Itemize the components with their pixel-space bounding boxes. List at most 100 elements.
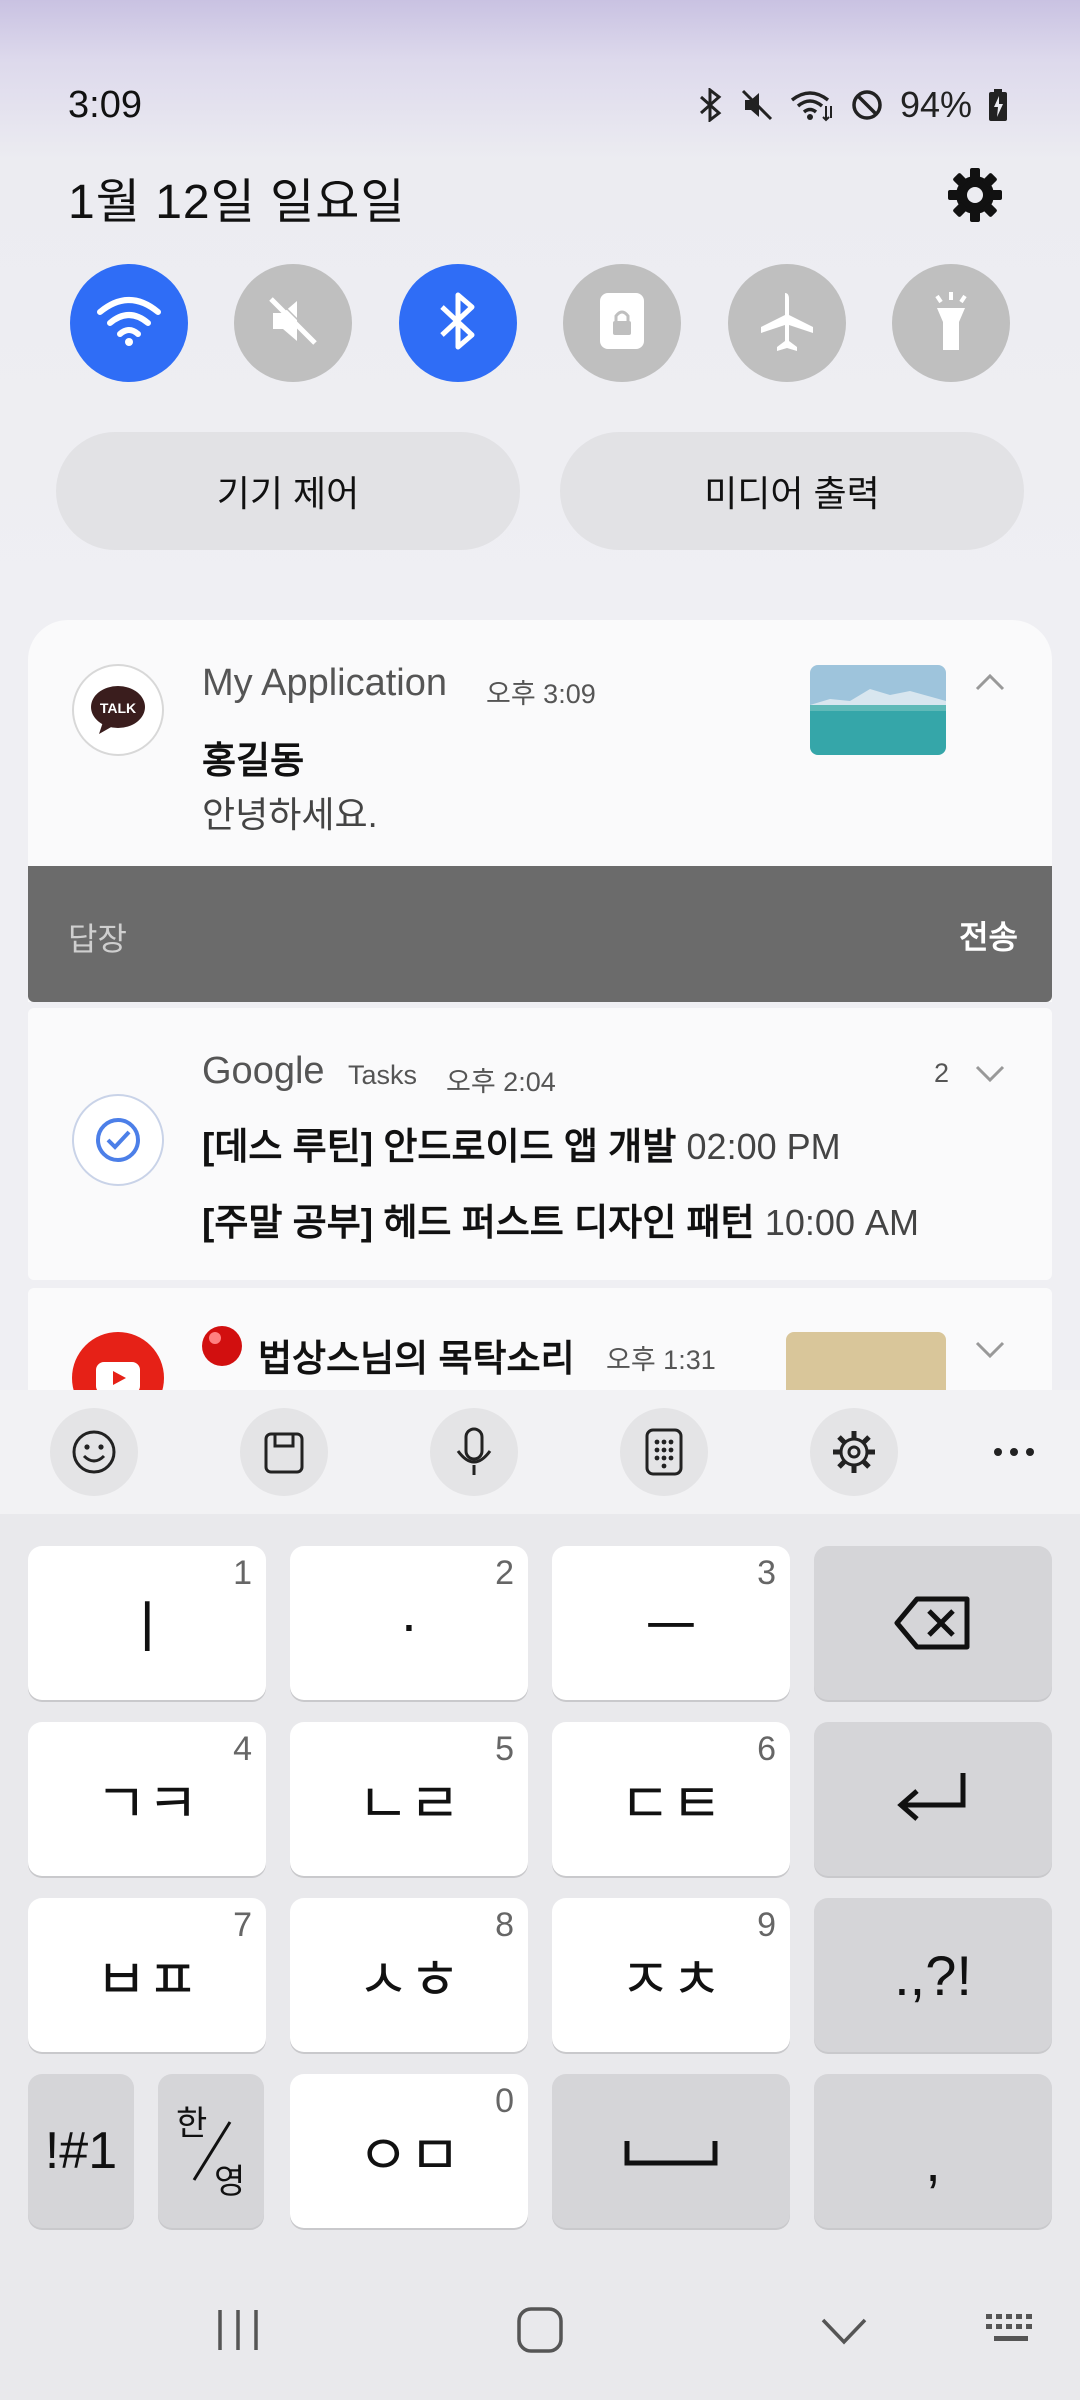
red-dot-icon (200, 1324, 244, 1373)
battery-percent: 94% (899, 84, 972, 125)
notification-time: 오후 2:04 (446, 1067, 556, 1097)
bluetooth-status-icon (698, 88, 724, 122)
key-number: 3 (757, 1554, 776, 1592)
notification-text: 안녕하세요. (202, 794, 378, 835)
key-number: 1 (233, 1554, 252, 1592)
flashlight-icon (927, 290, 975, 357)
lang-bottom-label: 영 (214, 2163, 246, 2201)
notification-title: 법상스님의 목탁소리 (258, 1338, 575, 1379)
key-number: 5 (495, 1730, 514, 1768)
key-6[interactable]: ㄷㅌ 6 (552, 1722, 790, 1876)
gear-icon[interactable] (944, 164, 1006, 226)
key-5[interactable]: ㄴㄹ 5 (290, 1722, 528, 1876)
airplane-toggle[interactable] (727, 264, 846, 382)
key-9[interactable]: ㅈㅊ 9 (552, 1898, 790, 2052)
notification-count: 2 (934, 1058, 950, 1088)
recent-apps-icon[interactable] (214, 2308, 262, 2357)
rotation-lock-toggle[interactable] (563, 264, 682, 382)
key-8[interactable]: ㅅㅎ 8 (290, 1898, 528, 2052)
key-1[interactable]: ㅣ 1 (28, 1546, 266, 1700)
key-label: .,?! (894, 1943, 972, 2007)
language-key[interactable]: 한 영 (158, 2074, 264, 2228)
key-label: ㄱㅋ (95, 1771, 199, 1835)
key-label: ㅈㅊ (619, 1947, 723, 2011)
key-number: 0 (495, 2082, 514, 2120)
key-label: , (925, 2129, 941, 2193)
app-avatar: TALK (72, 664, 164, 756)
key-label: ㅂㅍ (95, 1947, 199, 2011)
status-time: 3:09 (68, 84, 142, 126)
keyboard-hide-icon[interactable] (984, 2312, 1038, 2353)
task-row-1: [데스 루틴] 안드로이드 앱 개발 02:00 PM (202, 1116, 841, 1170)
keyboard-settings-icon[interactable] (810, 1408, 898, 1496)
notification-app-name: My Application (202, 662, 448, 704)
flashlight-toggle[interactable] (891, 264, 1010, 382)
quick-toggles (70, 264, 1010, 382)
keypad-icon[interactable] (620, 1408, 708, 1496)
no-disturb-status-icon (850, 88, 884, 122)
task-title: [주말 공부] 헤드 퍼스트 디자인 패턴 (202, 1202, 755, 1243)
status-icons: 94% (698, 84, 1008, 126)
mute-icon (265, 293, 321, 354)
back-chevron-icon[interactable] (820, 2316, 868, 2351)
tasks-check-icon (96, 1118, 140, 1162)
notification-title: 홍길동 (202, 740, 305, 781)
key-number: 4 (233, 1730, 252, 1768)
microphone-icon[interactable] (430, 1408, 518, 1496)
clipboard-icon[interactable] (240, 1408, 328, 1496)
notification-app-name: Google (202, 1050, 325, 1092)
space-icon (624, 2141, 718, 2166)
youtube-icon (72, 1332, 164, 1398)
key-7[interactable]: ㅂㅍ 7 (28, 1898, 266, 2052)
reply-bar: 답장 전송 (28, 866, 1052, 1002)
key-number: 2 (495, 1554, 514, 1592)
media-output-button[interactable]: 미디어 출력 (560, 432, 1024, 550)
key-3[interactable]: ㅡ 3 (552, 1546, 790, 1700)
home-icon[interactable] (516, 2306, 564, 2359)
enter-key[interactable] (814, 1722, 1052, 1876)
date-label: 1월 12일 일요일 (68, 176, 406, 229)
key-label: ㅅㅎ (357, 1947, 461, 2011)
emoji-icon[interactable] (50, 1408, 138, 1496)
backspace-key[interactable] (814, 1546, 1052, 1700)
task-row-2: [주말 공부] 헤드 퍼스트 디자인 패턴 10:00 AM (202, 1192, 919, 1246)
symbols-key[interactable]: !#1 (28, 2074, 134, 2228)
key-0[interactable]: ㅇㅁ 0 (290, 2074, 528, 2228)
punctuation-key[interactable]: .,?! (814, 1898, 1052, 2052)
battery-icon (988, 88, 1008, 122)
task-time: 02:00 PM (686, 1126, 841, 1167)
bluetooth-toggle[interactable] (398, 264, 517, 382)
key-number: 9 (757, 1906, 776, 1944)
key-label: · (399, 1591, 419, 1655)
wifi-icon (96, 294, 162, 353)
chevron-down-icon[interactable] (974, 1064, 1006, 1089)
device-control-button[interactable]: 기기 제어 (56, 432, 520, 550)
notification-thumbnail (786, 1332, 946, 1398)
key-4[interactable]: ㄱㅋ 4 (28, 1722, 266, 1876)
wifi-status-icon (790, 88, 834, 122)
chevron-up-icon[interactable] (974, 672, 1006, 697)
key-label: ㅣ (121, 1595, 173, 1659)
tasks-avatar (72, 1094, 164, 1186)
wifi-toggle[interactable] (70, 264, 188, 382)
sound-toggle[interactable] (234, 264, 353, 382)
key-label: ㄷㅌ (619, 1771, 723, 1835)
notification-card-tasks[interactable]: Google Tasks 오후 2:04 2 [데스 루틴] 안드로이드 앱 개… (28, 1008, 1052, 1280)
reply-input[interactable]: 답장 (68, 914, 127, 960)
more-options-icon[interactable] (992, 1430, 1036, 1479)
bluetooth-icon (436, 291, 480, 356)
notification-time: 오후 3:09 (486, 679, 596, 709)
key-label: ㅇㅁ (357, 2123, 461, 2187)
lock-rotation-icon (594, 291, 650, 356)
enter-icon (897, 1773, 966, 1821)
airplane-icon (755, 289, 819, 358)
notification-card-youtube[interactable]: 법상스님의 목탁소리 오후 1:31 (28, 1288, 1052, 1398)
key-2[interactable]: · 2 (290, 1546, 528, 1700)
space-key[interactable] (552, 2074, 790, 2228)
task-title: [데스 루틴] 안드로이드 앱 개발 (202, 1126, 677, 1167)
notification-time: 오후 1:31 (606, 1345, 716, 1375)
chevron-down-icon[interactable] (974, 1340, 1006, 1365)
send-button[interactable]: 전송 (959, 912, 1018, 958)
comma-key[interactable]: , (814, 2074, 1052, 2228)
backspace-icon (894, 1596, 970, 1650)
